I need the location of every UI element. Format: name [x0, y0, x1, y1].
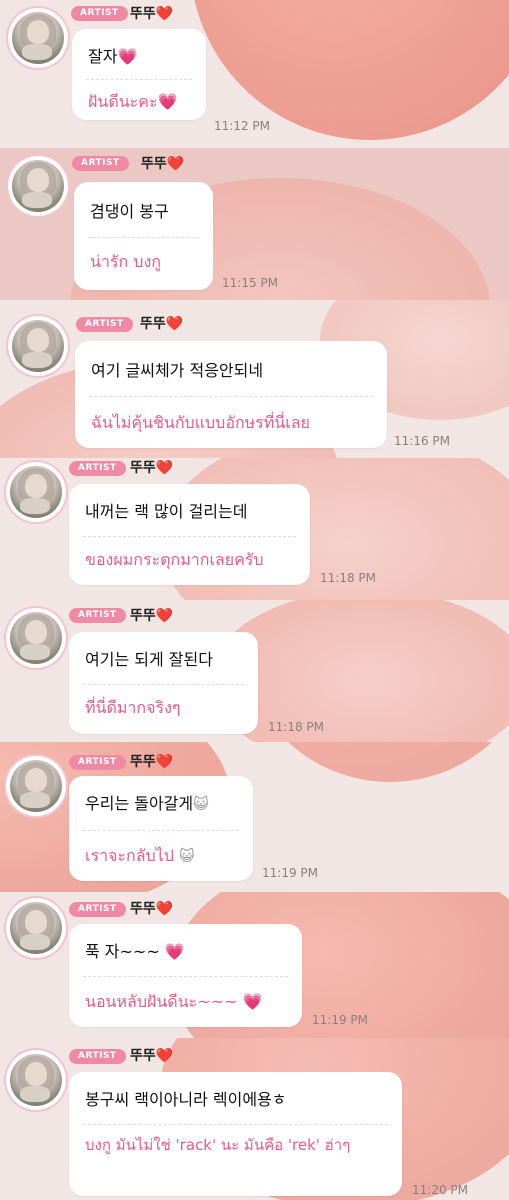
- thai-translation: เราจะกลับไป 😺: [85, 846, 195, 865]
- background-blob: [240, 742, 509, 782]
- korean-text: 잘자💗: [88, 47, 138, 66]
- timestamp: 11:15 PM: [222, 276, 278, 290]
- divider: [86, 79, 192, 80]
- timestamp: 11:18 PM: [268, 720, 324, 734]
- chat-screenshot-6: ARTIST 뚜뚜❤️ 우리는 돌아갈게😺 เราจะกลับไป 😺 11:1…: [0, 742, 509, 892]
- red-heart-icon: ❤️: [155, 608, 174, 624]
- chat-screenshot-7: ARTIST 뚜뚜❤️ 푹 자~~~ 💗 นอนหลับฝันดีนะ~~~ 💗…: [0, 892, 509, 1038]
- thai-translation: ฝันดีนะคะ💗: [88, 92, 178, 111]
- pink-heart-icon: 💗: [117, 47, 138, 66]
- cat-face-icon: 😺: [178, 847, 195, 865]
- avatar[interactable]: [8, 316, 68, 376]
- message-bubble[interactable]: 겸댕이 봉구 น่ารัก บงกู: [74, 182, 213, 290]
- korean-text: 내꺼는 랙 많이 걸리는데: [85, 502, 248, 521]
- message-bubble[interactable]: 내꺼는 랙 많이 걸리는데 ของผมกระตุกมากเลยครับ: [69, 484, 310, 585]
- korean-text: 여기 글씨체가 적응안되네: [91, 361, 264, 380]
- pink-heart-icon: 💗: [164, 942, 185, 961]
- thai-translation: บงกู มันไม่ใช่ 'rack' นะ มันคือ 'rek' ฮ่…: [85, 1136, 351, 1154]
- message-bubble[interactable]: 잘자💗 ฝันดีนะคะ💗: [72, 29, 206, 120]
- message-bubble[interactable]: 봉구씨 랙이아니라 렉이에용ㅎ บงกู มันไม่ใช่ 'rack' นะ…: [69, 1072, 402, 1196]
- chat-screenshot-2: ARTIST 뚜뚜❤️ 겸댕이 봉구 น่ารัก บงกู 11:15 PM: [0, 148, 509, 300]
- thai-translation: นอนหลับฝันดีนะ~~~ 💗: [85, 992, 263, 1011]
- korean-text: 푹 자~~~ 💗: [85, 942, 185, 961]
- pink-heart-icon: 💗: [157, 92, 178, 111]
- sender-name: 뚜뚜❤️: [130, 754, 174, 770]
- chat-screenshot-4: ARTIST 뚜뚜❤️ 내꺼는 랙 많이 걸리는데 ของผมกระตุกมาก…: [0, 458, 509, 600]
- artist-badge: ARTIST: [69, 755, 126, 770]
- avatar[interactable]: [6, 1050, 66, 1110]
- korean-text: 봉구씨 랙이아니라 렉이에용ㅎ: [85, 1090, 287, 1109]
- chat-screenshot-3: ARTIST 뚜뚜❤️ 여기 글씨체가 적응안되네 ฉันไม่คุ้นชินก…: [0, 300, 509, 458]
- avatar[interactable]: [8, 156, 68, 216]
- sender-name: 뚜뚜❤️: [130, 6, 174, 22]
- divider: [83, 976, 288, 977]
- avatar[interactable]: [8, 8, 68, 68]
- timestamp: 11:19 PM: [262, 866, 318, 880]
- timestamp: 11:20 PM: [412, 1183, 468, 1197]
- timestamp: 11:16 PM: [394, 434, 450, 448]
- divider: [83, 830, 239, 831]
- timestamp: 11:19 PM: [312, 1013, 368, 1027]
- artist-badge: ARTIST: [71, 6, 128, 21]
- red-heart-icon: ❤️: [165, 316, 184, 332]
- message-bubble[interactable]: 우리는 돌아갈게😺 เราจะกลับไป 😺: [69, 776, 253, 881]
- thai-translation: ฉันไม่คุ้นชินกับแบบอักษรที่นี่เลย: [91, 413, 310, 432]
- divider: [88, 237, 199, 238]
- chat-screenshot-1: ARTIST 뚜뚜❤️ 잘자💗 ฝันดีนะคะ💗 11:12 PM: [0, 0, 509, 148]
- sender-name: 뚜뚜❤️: [140, 316, 184, 332]
- red-heart-icon: ❤️: [166, 156, 185, 172]
- divider: [83, 1124, 388, 1125]
- red-heart-icon: ❤️: [155, 1048, 174, 1064]
- sender-name: 뚜뚜❤️: [141, 156, 185, 172]
- artist-badge: ARTIST: [69, 902, 126, 917]
- divider: [89, 396, 373, 397]
- avatar[interactable]: [6, 756, 66, 816]
- divider: [83, 684, 244, 685]
- thai-translation: ของผมกระตุกมากเลยครับ: [85, 550, 264, 569]
- korean-text: 우리는 돌아갈게😺: [85, 794, 209, 813]
- red-heart-icon: ❤️: [155, 901, 174, 917]
- message-bubble[interactable]: 푹 자~~~ 💗 นอนหลับฝันดีนะ~~~ 💗: [69, 924, 302, 1027]
- artist-badge: ARTIST: [69, 1049, 126, 1064]
- avatar[interactable]: [6, 462, 66, 522]
- message-bubble[interactable]: 여기는 되게 잘된다 ที่นี่ดีมากจริงๆ: [69, 632, 258, 734]
- message-bubble[interactable]: 여기 글씨체가 적응안되네 ฉันไม่คุ้นชินกับแบบอักษรที…: [75, 341, 387, 448]
- sender-name: 뚜뚜❤️: [130, 460, 174, 476]
- sender-name: 뚜뚜❤️: [130, 1048, 174, 1064]
- sender-name: 뚜뚜❤️: [130, 901, 174, 917]
- avatar[interactable]: [6, 608, 66, 668]
- avatar[interactable]: [6, 898, 66, 958]
- thai-translation: ที่นี่ดีมากจริงๆ: [85, 698, 181, 717]
- artist-badge: ARTIST: [69, 461, 126, 476]
- artist-badge: ARTIST: [76, 317, 133, 332]
- sender-name: 뚜뚜❤️: [130, 608, 174, 624]
- artist-badge: ARTIST: [72, 156, 129, 171]
- chat-screenshot-5: ARTIST 뚜뚜❤️ 여기는 되게 잘된다 ที่นี่ดีมากจริงๆ …: [0, 600, 509, 742]
- korean-text: 겸댕이 봉구: [90, 202, 169, 221]
- cat-face-icon: 😺: [193, 795, 209, 813]
- chat-screenshot-8: ARTIST 뚜뚜❤️ 봉구씨 랙이아니라 렉이에용ㅎ บงกู มันไม่ใ…: [0, 1038, 509, 1200]
- red-heart-icon: ❤️: [155, 754, 174, 770]
- thai-translation: น่ารัก บงกู: [90, 252, 161, 271]
- red-heart-icon: ❤️: [155, 460, 174, 476]
- divider: [83, 536, 296, 537]
- artist-badge: ARTIST: [69, 608, 126, 623]
- timestamp: 11:18 PM: [320, 571, 376, 585]
- pink-heart-icon: 💗: [242, 992, 263, 1011]
- korean-text: 여기는 되게 잘된다: [85, 650, 213, 669]
- red-heart-icon: ❤️: [155, 6, 174, 22]
- timestamp: 11:12 PM: [214, 119, 270, 133]
